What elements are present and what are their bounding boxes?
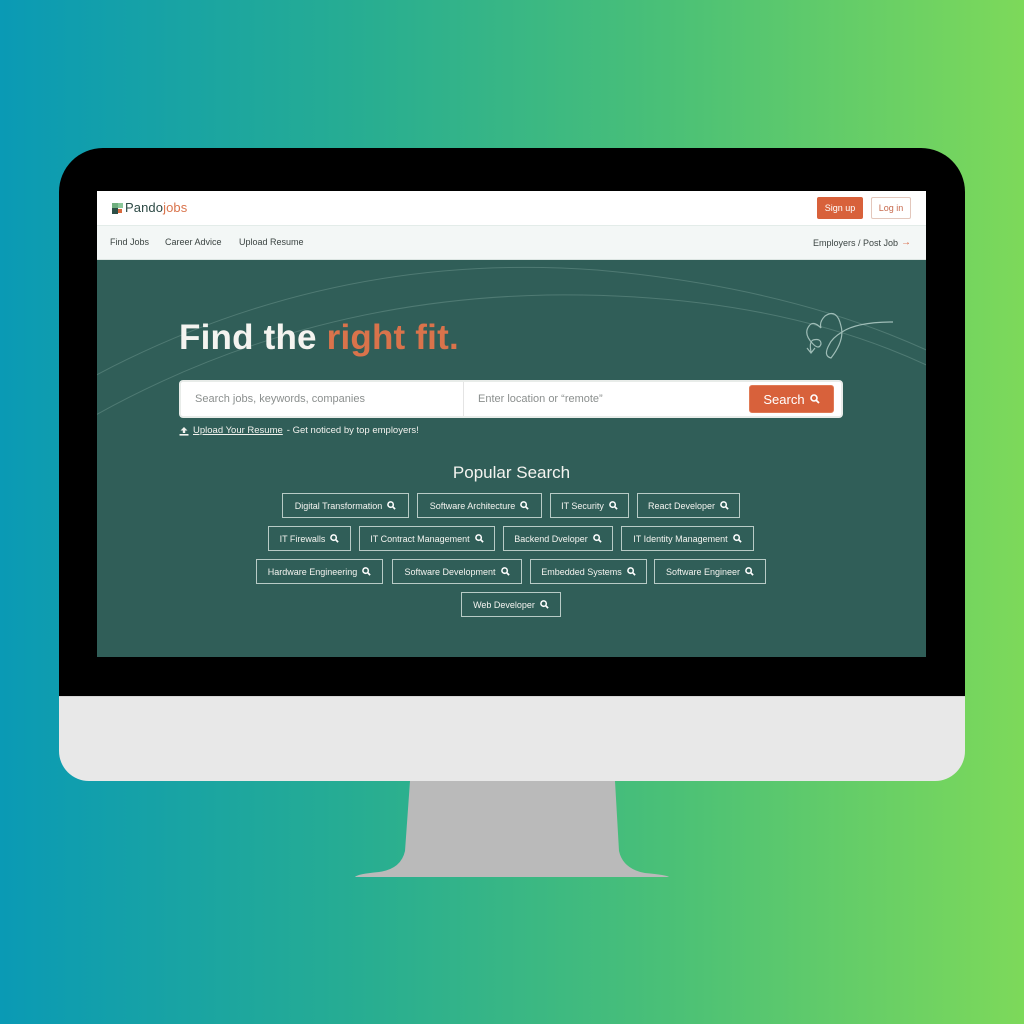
popular-search-chip[interactable]: Hardware Engineering <box>256 559 383 584</box>
upload-tagline: - Get noticed by top employers! <box>286 425 419 436</box>
search-button-label: Search <box>763 391 805 407</box>
login-button[interactable]: Log in <box>871 197 911 219</box>
search-icon <box>520 501 529 510</box>
chip-label: Embedded Systems <box>541 566 622 577</box>
search-icon <box>474 534 484 543</box>
search-icon <box>609 501 618 510</box>
upload-icon <box>179 426 189 436</box>
search-icon <box>592 534 602 543</box>
search-icon <box>540 600 549 609</box>
pandojobs-logo[interactable]: Pandojobs <box>112 201 187 215</box>
search-icon <box>732 534 742 543</box>
hero-title-accent: right fit. <box>326 318 459 357</box>
chip-label: Software Development <box>404 566 496 577</box>
nav-bar: Find Jobs Career Advice Upload Resume Em… <box>97 226 926 260</box>
chip-label: IT Contract Management <box>370 533 470 544</box>
search-jobs-input[interactable] <box>181 382 464 416</box>
monitor-chin <box>59 696 965 781</box>
popular-search-title: Popular Search <box>452 463 571 482</box>
chip-label: Software Architecture <box>429 500 516 511</box>
browser-screen: Pandojobs Sign up Log in Find Jobs Caree… <box>97 191 926 657</box>
chip-label: Hardware Engineering <box>267 566 358 577</box>
chip-label: IT Identity Management <box>633 533 728 544</box>
popular-search-chip[interactable]: Software Development <box>392 559 522 584</box>
nav-item-career-advice[interactable]: Career Advice <box>165 237 222 247</box>
signup-button[interactable]: Sign up <box>817 197 863 219</box>
popular-search-chip[interactable]: IT Security <box>550 493 629 518</box>
upload-resume-line: Upload Your Resume - Get noticed by top … <box>179 425 419 436</box>
hero-title-main: Find the <box>179 318 327 357</box>
logo-text: Pandojobs <box>125 201 187 215</box>
search-button[interactable]: Search <box>749 385 834 413</box>
chip-label: Software Engineer <box>665 566 741 577</box>
chip-label: Backend Dveloper <box>514 533 588 544</box>
search-bar: Search <box>179 380 843 418</box>
popular-search-chip[interactable]: IT Contract Management <box>359 526 495 551</box>
search-icon <box>330 534 340 543</box>
chip-label: Digital Transformation <box>294 500 383 511</box>
nav-item-find-jobs[interactable]: Find Jobs <box>110 237 149 247</box>
employers-label: Employers / Post Job <box>812 237 898 248</box>
popular-search-chip[interactable]: IT Firewalls <box>268 526 351 551</box>
nav-employers-post-job[interactable]: Employers / Post Job → <box>813 237 911 248</box>
nav-item-upload-resume[interactable]: Upload Resume <box>239 237 304 247</box>
chip-label: IT Firewalls <box>279 533 326 544</box>
popular-search-chip[interactable]: Software Architecture <box>417 493 542 518</box>
search-icon <box>362 567 371 576</box>
popular-search-chip[interactable]: Web Developer <box>461 592 561 617</box>
popular-search-chip[interactable]: Software Engineer <box>654 559 766 584</box>
top-header: Pandojobs Sign up Log in <box>97 191 926 226</box>
search-icon <box>387 501 396 510</box>
popular-search-chip[interactable]: Embedded Systems <box>530 559 647 584</box>
search-icon <box>809 394 820 404</box>
arrow-right-icon: → <box>901 237 911 248</box>
logo-text-secondary: jobs <box>163 200 188 215</box>
popular-search-chip[interactable]: React Developer <box>637 493 740 518</box>
search-icon <box>745 567 754 576</box>
chip-label: Web Developer <box>473 599 535 610</box>
logo-mark-icon <box>112 202 123 214</box>
popular-search-chip[interactable]: Digital Transformation <box>282 493 409 518</box>
upload-resume-link[interactable]: Upload Your Resume <box>193 425 283 436</box>
popular-search-chip[interactable]: IT Identity Management <box>621 526 754 551</box>
hero-title: Find the right fit. <box>179 318 459 358</box>
search-location-input[interactable] <box>464 382 744 416</box>
search-icon <box>720 501 729 510</box>
chip-label: IT Security <box>561 500 604 511</box>
logo-text-primary: Pando <box>125 200 164 215</box>
monitor-stand <box>355 781 669 877</box>
chip-label: React Developer <box>647 500 716 511</box>
popular-search-chip[interactable]: Backend Dveloper <box>503 526 613 551</box>
search-icon <box>500 567 510 576</box>
search-icon <box>626 567 636 576</box>
